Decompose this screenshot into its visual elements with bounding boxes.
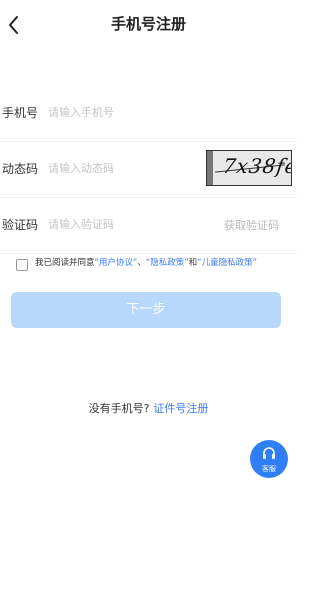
service-label: 客服 — [262, 465, 276, 473]
agreement-sep-1: 、 — [137, 258, 146, 268]
dynamic-code-label: 动态码 — [2, 162, 39, 176]
get-code-button[interactable]: 获取验证码 — [224, 217, 279, 233]
phone-row: 手机号 — [0, 85, 297, 142]
headset-icon — [263, 447, 275, 459]
children-privacy-link[interactable]: “儿童隐私政策” — [197, 258, 257, 268]
dynamic-code-input[interactable] — [48, 155, 198, 181]
header: 手机号注册 — [0, 0, 297, 50]
no-phone-prompt: 没有手机号? — [88, 402, 150, 415]
verify-code-label: 验证码 — [2, 218, 39, 232]
verify-code-input[interactable] — [48, 211, 198, 237]
id-register-link[interactable]: 证件号注册 — [153, 402, 208, 415]
user-agreement-link[interactable]: “用户协议” — [95, 258, 138, 268]
privacy-policy-link[interactable]: “隐私政策” — [146, 258, 189, 268]
alt-register: 没有手机号? 证件号注册 — [0, 400, 297, 416]
agreement-sep-2: 和 — [188, 258, 198, 268]
phone-label: 手机号 — [2, 106, 39, 120]
page-title: 手机号注册 — [110, 15, 186, 33]
captcha-noise-bar — [207, 151, 213, 185]
captcha-text: 7x38fe — [221, 154, 292, 178]
agreement-text: 我已阅读并同意“用户协议”、“隐私政策”和“儿童隐私政策” — [35, 257, 285, 269]
agreement-prefix: 我已阅读并同意 — [35, 258, 95, 268]
agreement-checkbox[interactable] — [16, 259, 28, 271]
phone-input[interactable] — [48, 99, 198, 125]
captcha-image[interactable]: 7x38fe — [206, 150, 292, 186]
next-button[interactable]: 下一步 — [11, 292, 281, 328]
dynamic-code-row: 动态码 7x38fe — [0, 141, 297, 198]
customer-service-button[interactable]: 客服 — [250, 440, 288, 478]
verify-code-row: 验证码 获取验证码 — [0, 197, 297, 254]
